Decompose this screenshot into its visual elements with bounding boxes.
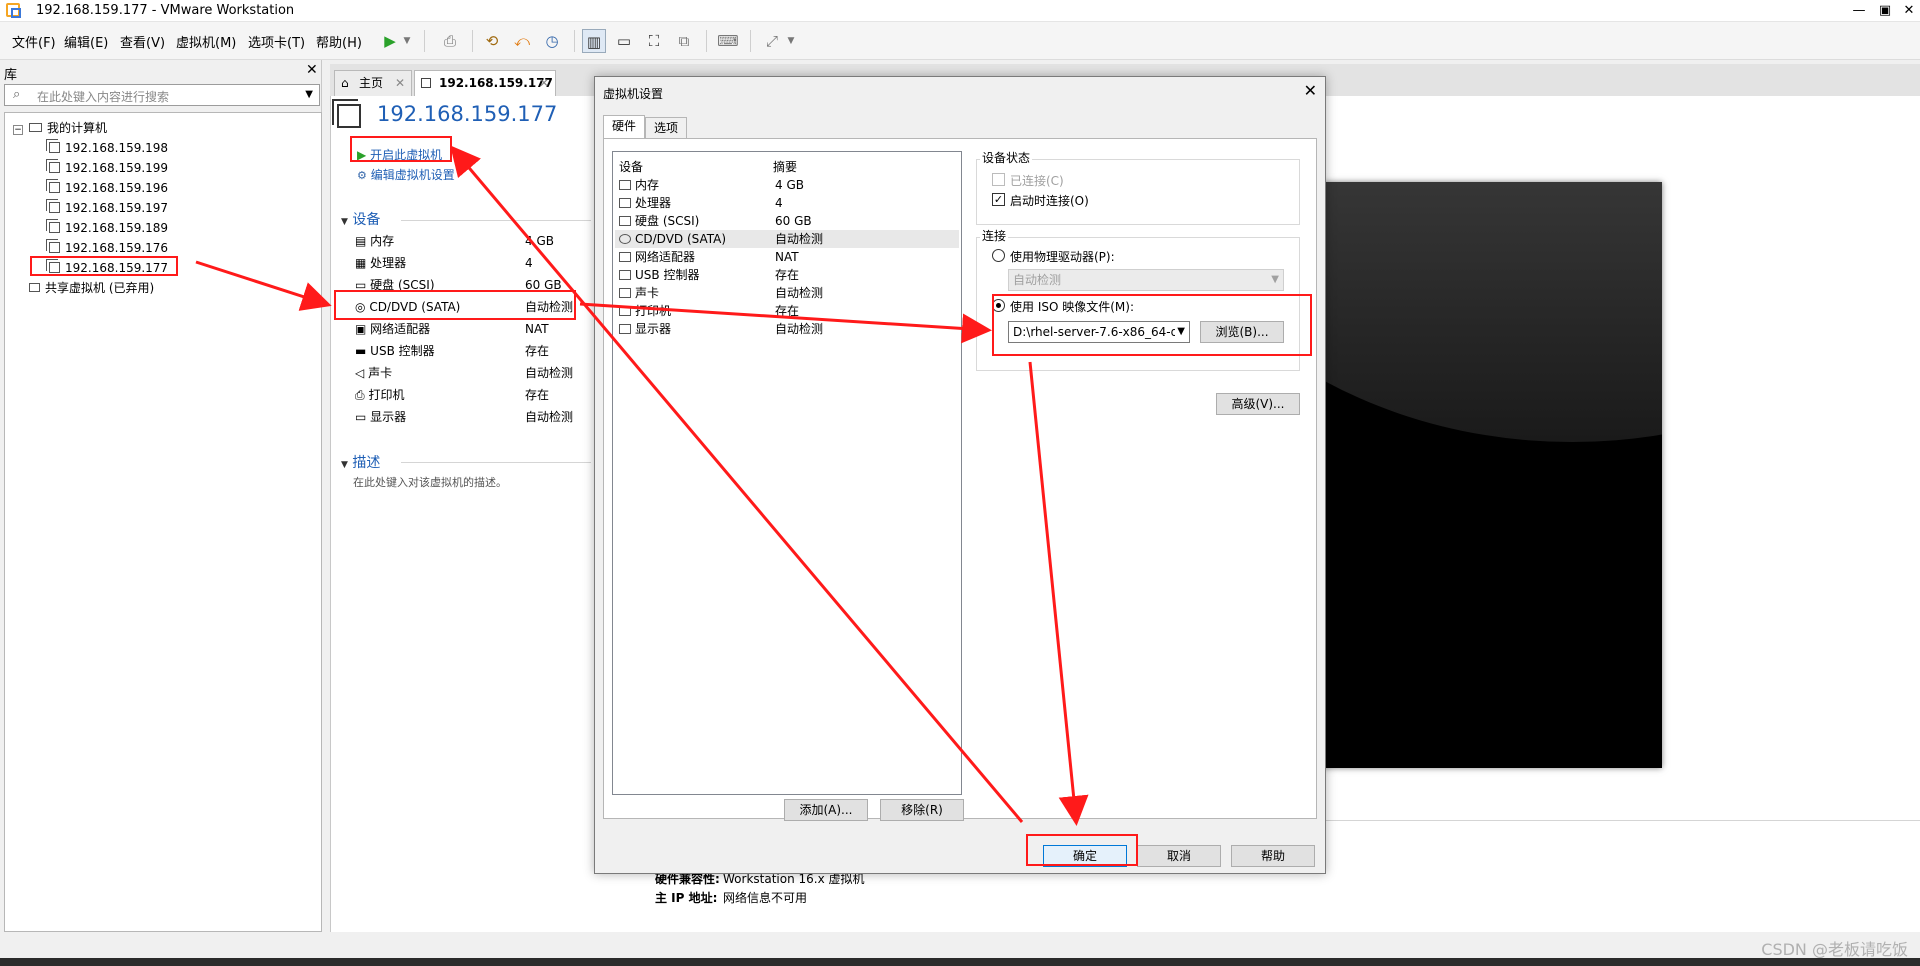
watermark: CSDN @老板请吃饭 (1761, 940, 1908, 959)
taskbar (0, 958, 1920, 966)
arrow-cd-to-iso (579, 302, 992, 344)
arrow-vm-to-cd (195, 260, 332, 311)
annotation-arrows (195, 145, 1089, 826)
arrow-iso-to-ok (1028, 361, 1089, 826)
arrow-ok-to-power-on (450, 145, 1024, 823)
